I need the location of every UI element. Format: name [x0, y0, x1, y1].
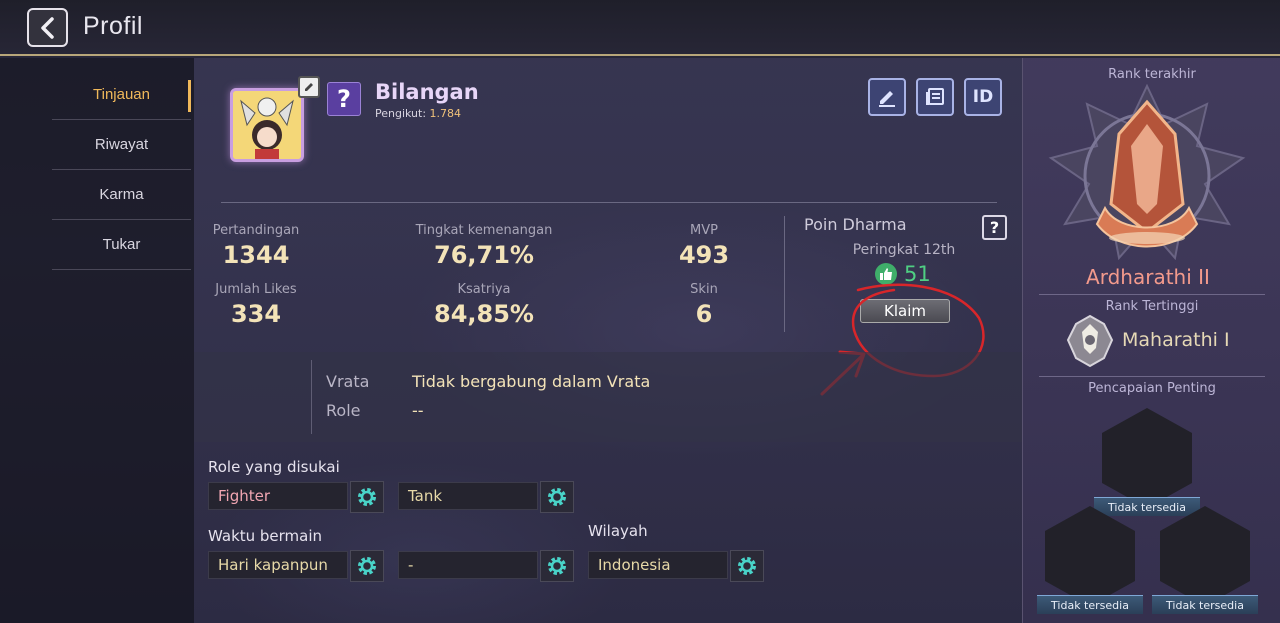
- rank-emblem-icon[interactable]: [1047, 84, 1247, 260]
- thumbs-up-icon: [875, 263, 897, 285]
- skin-value: 6: [695, 300, 713, 328]
- play-time-title: Waktu bermain: [208, 527, 323, 545]
- dharma-title: Poin Dharma: [804, 215, 907, 234]
- play-time-2-settings[interactable]: [540, 550, 574, 582]
- achievements-title: Pencapaian Penting: [1088, 381, 1216, 396]
- dharma-likes-value: 51: [904, 262, 931, 286]
- preferred-role-1-value: Fighter: [208, 482, 348, 510]
- gear-icon: [358, 488, 376, 506]
- avatar[interactable]: [230, 88, 304, 162]
- edit-profile-button[interactable]: [868, 78, 906, 116]
- achievement-label: Tidak tersedia: [1152, 595, 1258, 614]
- preferred-roles-title: Role yang disukai: [208, 458, 340, 476]
- squad-panel: Vrata Tidak bergabung dalam Vrata Role -…: [194, 352, 1022, 442]
- id-icon: ID: [972, 87, 994, 107]
- play-time-2-value: -: [398, 551, 538, 579]
- mvp-value: 493: [678, 241, 730, 269]
- preferred-role-1: Fighter: [208, 481, 384, 513]
- rank-panel: Rank terakhir Ardharathi II Rank Terting…: [1022, 58, 1280, 623]
- vrata-value: Tidak bergabung dalam Vrata: [412, 372, 651, 391]
- highest-rank-title: Rank Tertinggi: [1105, 299, 1199, 314]
- achievement-slot-1[interactable]: Tidak tersedia: [1094, 408, 1200, 518]
- highest-rank-name: Maharathi I: [1122, 329, 1230, 351]
- nav-tab-tinjauan[interactable]: Tinjauan: [52, 70, 191, 120]
- followers-value: 1.784: [429, 107, 462, 120]
- news-icon: [926, 88, 944, 105]
- squad-divider: [311, 360, 312, 434]
- achievement-slot-2[interactable]: Tidak tersedia: [1037, 506, 1143, 616]
- region-field: Indonesia: [588, 550, 764, 582]
- username: Bilangan: [375, 80, 479, 104]
- nav-tab-karma[interactable]: Karma: [52, 170, 191, 220]
- knight-label: Ksatriya: [457, 282, 511, 297]
- preferred-role-1-settings[interactable]: [350, 481, 384, 513]
- play-time-2: -: [398, 550, 574, 582]
- dharma-likes: 51: [875, 262, 931, 286]
- claim-button[interactable]: Klaim: [860, 299, 950, 323]
- profile-main-panel: ? Bilangan Pengikut: 1.784 ID Pertanding…: [194, 58, 1022, 623]
- knight-value: 84,85%: [434, 300, 534, 328]
- chevron-left-icon: [40, 16, 54, 39]
- likes-label: Jumlah Likes: [215, 282, 297, 297]
- achievement-hex: [1102, 408, 1192, 508]
- back-button[interactable]: [27, 8, 68, 47]
- stats-divider: [784, 216, 785, 332]
- likes-value: 334: [230, 300, 282, 328]
- skin-label: Skin: [690, 282, 718, 297]
- page-title: Profil: [83, 12, 143, 40]
- preferred-role-2-settings[interactable]: [540, 481, 574, 513]
- gear-icon: [548, 488, 566, 506]
- achievements-divider: [1039, 376, 1265, 377]
- avatar-image: [233, 91, 301, 159]
- last-rank-title: Rank terakhir: [1108, 67, 1196, 82]
- vrata-label: Vrata: [326, 372, 370, 391]
- preferred-role-2-value: Tank: [398, 482, 538, 510]
- edit-icon: [879, 91, 895, 107]
- region-settings[interactable]: [730, 550, 764, 582]
- dharma-rank-position: Peringkat 12th: [852, 242, 956, 258]
- play-time-1-value: Hari kapanpun: [208, 551, 348, 579]
- followers-label: Pengikut:: [375, 107, 427, 120]
- nav-tab-riwayat[interactable]: Riwayat: [52, 120, 191, 170]
- divider: [221, 202, 997, 203]
- rank-divider: [1039, 294, 1265, 295]
- region-value: Indonesia: [588, 551, 728, 579]
- id-button[interactable]: ID: [964, 78, 1002, 116]
- gear-icon: [548, 557, 566, 575]
- followers-count: Pengikut: 1.784: [375, 107, 461, 120]
- mvp-label: MVP: [690, 223, 718, 238]
- matches-label: Pertandingan: [212, 223, 300, 238]
- role-label: Role: [326, 401, 361, 420]
- matches-value: 1344: [222, 241, 290, 269]
- last-rank-name: Ardharathi II: [1086, 265, 1210, 289]
- region-title: Wilayah: [588, 522, 648, 540]
- edit-avatar-icon[interactable]: [298, 76, 320, 98]
- top-bar: Profil: [0, 0, 1280, 56]
- gear-icon: [738, 557, 756, 575]
- preferred-role-2: Tank: [398, 481, 574, 513]
- achievement-hex: [1160, 506, 1250, 606]
- achievement-label: Tidak tersedia: [1037, 595, 1143, 614]
- news-button[interactable]: [916, 78, 954, 116]
- help-button[interactable]: ?: [982, 215, 1007, 240]
- achievement-hex: [1045, 506, 1135, 606]
- side-nav: Tinjauan Riwayat Karma Tukar: [0, 58, 194, 623]
- winrate-value: 76,71%: [434, 241, 534, 269]
- gear-icon: [358, 557, 376, 575]
- badge-unknown[interactable]: ?: [327, 82, 361, 116]
- highest-rank-emblem-icon[interactable]: [1064, 314, 1116, 368]
- play-time-1: Hari kapanpun: [208, 550, 384, 582]
- role-value: --: [412, 401, 424, 420]
- play-time-1-settings[interactable]: [350, 550, 384, 582]
- winrate-label: Tingkat kemenangan: [415, 223, 553, 238]
- achievement-slot-3[interactable]: Tidak tersedia: [1152, 506, 1258, 616]
